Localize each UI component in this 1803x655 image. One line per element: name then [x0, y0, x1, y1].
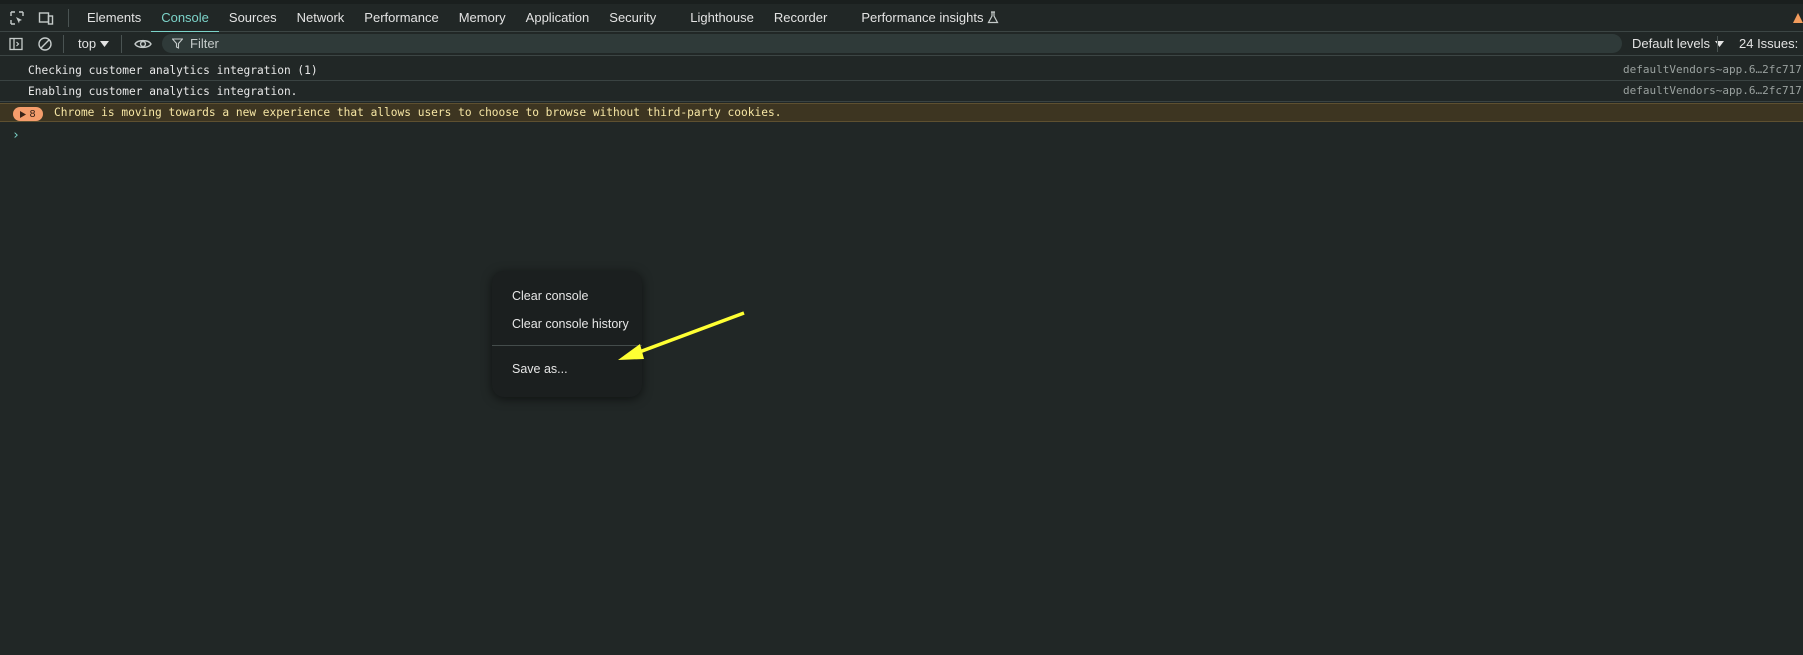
tab-console[interactable]: Console	[151, 4, 219, 33]
warning-count: 8	[29, 108, 36, 120]
menu-item-save-as[interactable]: Save as...	[512, 362, 568, 376]
tab-memory[interactable]: Memory	[449, 4, 516, 32]
sidebar-toggle-icon[interactable]	[4, 32, 28, 56]
tab-network[interactable]: Network	[287, 4, 355, 32]
console-message-text: Enabling customer analytics integration.	[28, 84, 298, 98]
toolbar-divider	[63, 34, 64, 53]
issues-counter[interactable]: 24 Issues:	[1739, 36, 1803, 51]
tab-performance[interactable]: Performance	[354, 4, 448, 32]
clear-console-icon[interactable]	[33, 32, 57, 56]
tab-performance-insights[interactable]: Performance insights	[851, 4, 1009, 32]
console-warning-text: Chrome is moving towards a new experienc…	[54, 106, 782, 119]
warning-triangle-icon[interactable]	[1793, 12, 1803, 24]
toolbar-divider	[1717, 36, 1718, 52]
issues-label: 24 Issues:	[1739, 36, 1799, 51]
filter-placeholder: Filter	[190, 36, 219, 51]
console-message: Checking customer analytics integration …	[0, 60, 1803, 81]
caret-down-icon	[100, 40, 110, 47]
filter-input[interactable]: Filter	[162, 34, 1622, 53]
console-prompt[interactable]: ›	[12, 128, 20, 143]
console-warning-message[interactable]: 8 Chrome is moving towards a new experie…	[0, 103, 1803, 122]
live-expression-eye-icon[interactable]	[131, 32, 155, 56]
tab-lighthouse[interactable]: Lighthouse	[680, 4, 764, 32]
device-toolbar-icon[interactable]	[34, 6, 58, 30]
expand-triangle-icon	[20, 110, 27, 118]
console-toolbar: top Filter Default levels 24 Issues:	[0, 32, 1803, 56]
experiment-flask-icon	[987, 11, 999, 24]
tab-application[interactable]: Application	[516, 4, 600, 32]
console-message: Enabling customer analytics integration.…	[0, 81, 1803, 102]
console-message-source-link[interactable]: defaultVendors~app.6…2fc717	[1623, 84, 1802, 97]
tab-security[interactable]: Security	[599, 4, 666, 32]
devtools-tab-bar: Elements Console Sources Network Perform…	[0, 0, 1803, 33]
context-selector-value: top	[78, 36, 97, 51]
console-message-text: Checking customer analytics integration …	[28, 63, 318, 77]
filter-funnel-icon	[172, 38, 183, 49]
console-message-source-link[interactable]: defaultVendors~app.6…2fc717	[1623, 63, 1802, 76]
menu-item-clear-console[interactable]: Clear console	[512, 289, 588, 303]
annotation-arrow-icon	[618, 311, 745, 360]
tab-recorder[interactable]: Recorder	[764, 4, 837, 32]
inspect-element-icon[interactable]	[5, 6, 29, 30]
toolbar-divider	[68, 8, 69, 27]
log-levels-dropdown[interactable]: Default levels	[1632, 36, 1725, 51]
tab-performance-insights-label: Performance insights	[861, 10, 984, 25]
toolbar-divider	[121, 34, 123, 53]
warning-count-badge[interactable]: 8	[13, 107, 43, 121]
context-selector[interactable]: top	[78, 36, 110, 51]
tab-sources[interactable]: Sources	[219, 4, 287, 32]
log-levels-label: Default levels	[1632, 36, 1711, 51]
tab-elements[interactable]: Elements	[77, 4, 151, 32]
